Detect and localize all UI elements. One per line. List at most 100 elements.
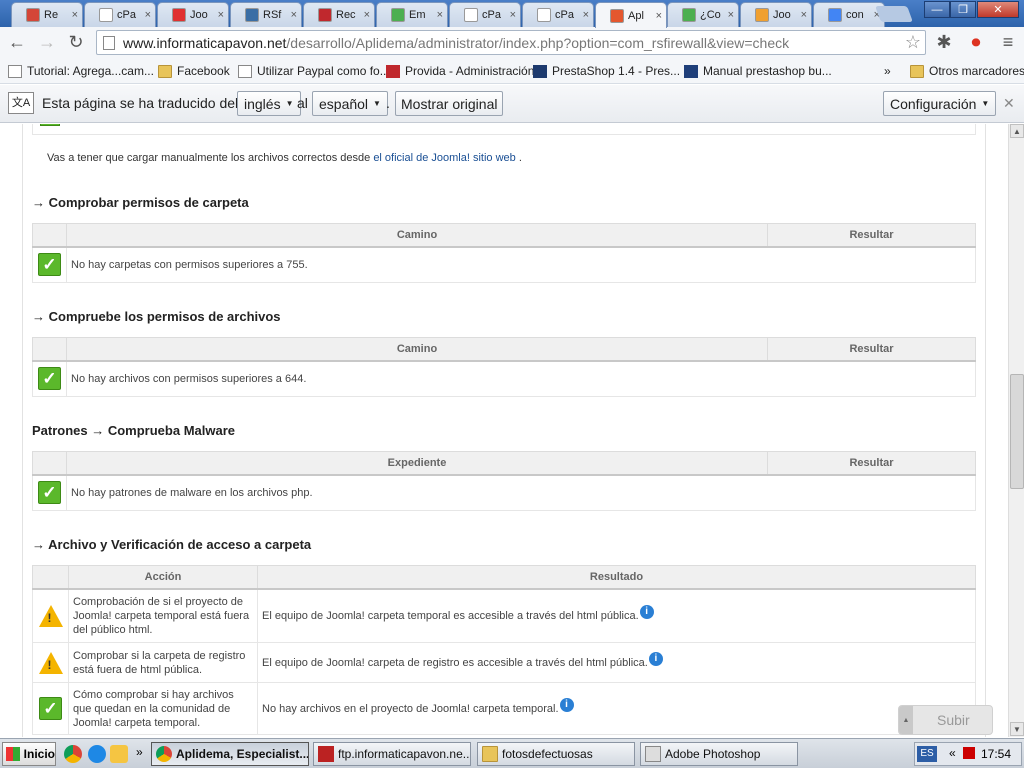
browser-tab[interactable]: Em × <box>376 2 448 27</box>
chrome-icon[interactable] <box>64 745 82 763</box>
tab-close-icon[interactable]: × <box>437 9 443 21</box>
bookmark-label: Utilizar Paypal como fo... <box>257 64 390 78</box>
browser-tab[interactable]: Re × <box>11 2 83 27</box>
section-title: Patrones → Comprueba Malware <box>32 423 235 438</box>
malware-table: Expediente Resultar ✓ No hay patrones de m… <box>32 451 976 511</box>
tab-label: Re <box>44 9 59 21</box>
tab-label: ¿Co <box>700 9 721 21</box>
scroll-thumb[interactable] <box>1010 374 1024 489</box>
browser-tab[interactable]: Apl × <box>595 2 667 28</box>
bookmark-folder[interactable]: Facebook <box>158 62 230 80</box>
info-icon[interactable]: i <box>559 697 574 712</box>
column-header: Resultado <box>257 565 976 590</box>
dropdown-arrow-icon: ▼ <box>373 99 381 108</box>
start-label: Inicio <box>23 747 55 761</box>
browser-tab[interactable]: Rec × <box>303 2 375 27</box>
bookmark-item[interactable]: Manual prestashop bu... <box>684 62 832 80</box>
tab-close-icon[interactable]: × <box>583 9 589 21</box>
bookmark-star-icon[interactable]: ☆ <box>905 32 921 53</box>
start-button[interactable]: Inicio <box>2 742 56 766</box>
taskbar-item-folder[interactable]: fotosdefectuosas <box>477 742 635 766</box>
bookmark-item[interactable]: Provida - Administración <box>386 62 534 80</box>
tab-close-icon[interactable]: × <box>801 9 807 21</box>
vertical-scrollbar[interactable]: ▲ ▼ <box>1008 124 1024 737</box>
browser-tab[interactable]: RSf × <box>230 2 302 27</box>
browser-tab[interactable]: cPa × <box>449 2 521 27</box>
source-language-select[interactable]: inglés ▼ <box>237 91 301 116</box>
info-icon[interactable]: i <box>639 604 654 619</box>
translate-settings-button[interactable]: Configuración ▼ <box>883 91 997 116</box>
scroll-down-icon[interactable]: ▼ <box>1010 722 1024 736</box>
taskbar-item-photoshop[interactable]: Adobe Photoshop <box>640 742 798 766</box>
ie-icon[interactable] <box>88 745 106 763</box>
browser-toolbar: ← → ↻ www.informaticapavon.net/desarroll… <box>0 27 1024 58</box>
browser-tab[interactable]: con × <box>813 2 885 27</box>
reload-button[interactable]: ↻ <box>62 29 90 57</box>
scroll-up-icon[interactable]: ▲ <box>1010 124 1024 138</box>
column-header: Acción <box>68 565 258 590</box>
show-original-button[interactable]: Mostrar original <box>395 91 504 116</box>
close-window-button[interactable]: ✕ <box>977 1 1019 18</box>
tab-close-icon[interactable]: × <box>145 9 151 21</box>
new-tab-button[interactable] <box>875 6 913 22</box>
result-text: El equipo de Joomla! carpeta temporal es… <box>262 609 639 622</box>
bookmark-item[interactable]: Tutorial: Agrega...cam... <box>8 62 154 80</box>
back-button[interactable]: ← <box>3 29 31 57</box>
forward-arrow-icon: → <box>38 32 56 52</box>
menu-icon[interactable]: ≡ <box>994 29 1022 57</box>
column-header <box>32 451 67 476</box>
taskbar-item-chrome[interactable]: Aplidema, Especialist... <box>151 742 309 766</box>
taskbar-item-ftp[interactable]: ftp.informaticapavon.ne... <box>313 742 471 766</box>
adblock-icon[interactable]: ⏺ <box>962 29 990 57</box>
clock[interactable]: 17:54 <box>981 747 1011 761</box>
bookmarks-overflow[interactable]: » <box>884 62 891 80</box>
note-body: Vas a tener que cargar manualmente los a… <box>47 152 374 164</box>
network-icon[interactable] <box>963 747 975 759</box>
forward-button[interactable]: → <box>33 29 61 57</box>
minimize-button[interactable]: — <box>924 1 950 18</box>
check-icon: ✓ <box>38 253 61 277</box>
quicklaunch-overflow-icon[interactable]: » <box>136 745 143 759</box>
bookmark-label: Otros marcadores <box>929 64 1024 78</box>
maximize-button[interactable]: ❐ <box>950 1 976 18</box>
address-bar[interactable]: www.informaticapavon.net/desarrollo/Apli… <box>96 30 926 55</box>
tab-label: con <box>846 9 864 21</box>
tab-close-icon[interactable]: × <box>364 9 370 21</box>
browser-tab[interactable]: Joo × <box>157 2 229 27</box>
other-bookmarks[interactable]: Otros marcadores <box>910 62 1024 80</box>
browser-tab[interactable]: ¿Co × <box>667 2 739 27</box>
access-check-table: Acción Resultado ! Comprobación de si el … <box>32 565 976 735</box>
photoshop-icon <box>645 746 661 762</box>
tab-close-icon[interactable]: × <box>291 9 297 21</box>
bookmark-item[interactable]: PrestaShop 1.4 - Pres... <box>533 62 680 80</box>
tab-close-icon[interactable]: × <box>510 9 516 21</box>
bookmarks-bar: Tutorial: Agrega...cam... Facebook Utili… <box>0 58 1024 84</box>
extension-icon[interactable]: ✱ <box>930 29 958 57</box>
browser-tab[interactable]: cPa × <box>522 2 594 27</box>
status-cell: ✓ <box>32 360 67 397</box>
tab-close-icon[interactable]: × <box>728 9 734 21</box>
joomla-site-link[interactable]: el oficial de Joomla! sitio web <box>373 152 515 164</box>
tab-label: cPa <box>117 9 136 21</box>
tab-close-icon[interactable]: × <box>72 9 78 21</box>
button-label: Subir <box>937 712 970 728</box>
explorer-icon[interactable] <box>110 745 128 763</box>
tab-close-icon[interactable]: × <box>218 9 224 21</box>
column-header: Expediente <box>66 451 768 476</box>
browser-tab[interactable]: Joo × <box>740 2 812 27</box>
bookmark-label: Manual prestashop bu... <box>703 64 832 78</box>
bookmark-item[interactable]: Utilizar Paypal como fo... <box>238 62 390 80</box>
info-icon[interactable]: i <box>648 651 663 666</box>
browser-tab[interactable]: cPa × <box>84 2 156 27</box>
close-translate-icon[interactable]: ✕ <box>1003 95 1015 112</box>
scroll-to-top-button[interactable]: ▲ Subir <box>898 705 993 735</box>
result-cell: El equipo de Joomla! carpeta temporal es… <box>257 588 976 643</box>
select-value: español <box>319 95 369 112</box>
status-cell: ✓ <box>32 682 69 735</box>
tab-label: RSf <box>263 9 282 21</box>
target-language-select[interactable]: español ▼ <box>312 91 388 116</box>
tray-overflow-icon[interactable]: « <box>949 746 956 760</box>
tab-close-icon[interactable]: × <box>656 10 662 22</box>
translate-message: Esta página se ha traducido del <box>42 95 239 111</box>
language-indicator[interactable]: ES <box>917 746 937 762</box>
